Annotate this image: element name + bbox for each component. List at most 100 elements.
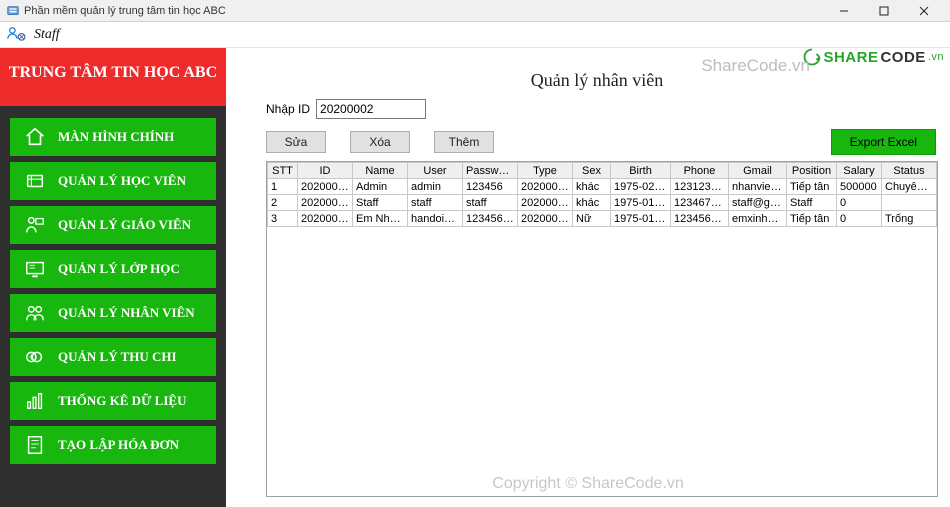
edit-button[interactable]: Sửa xyxy=(266,131,326,153)
sidebar-item-classes[interactable]: QUẢN LÝ LỚP HỌC xyxy=(10,250,216,288)
staff-label: Staff xyxy=(34,27,60,43)
column-header[interactable]: User xyxy=(408,163,463,179)
column-header[interactable]: Salary xyxy=(837,163,882,179)
column-header[interactable]: Phone xyxy=(671,163,729,179)
column-header[interactable]: Password xyxy=(463,163,518,179)
table-cell[interactable]: 1975-01-01 xyxy=(611,211,671,227)
sidebar-item-label: QUẢN LÝ THU CHI xyxy=(58,349,177,365)
table-cell[interactable]: Chuyên c... xyxy=(882,179,937,195)
column-header[interactable]: Sex xyxy=(573,163,611,179)
table-cell[interactable]: 0 xyxy=(837,195,882,211)
sharecode-logo: SHARECODE.vn xyxy=(803,48,944,66)
table-cell[interactable]: Em Nhân ... xyxy=(353,211,408,227)
staff-grid[interactable]: STTIDNameUserPasswordTypeSexBirthPhoneGm… xyxy=(266,161,938,497)
sidebar-item-label: TẠO LẬP HÓA ĐƠN xyxy=(58,437,179,453)
table-row[interactable]: 320200002Em Nhân ...handoi12312345678920… xyxy=(268,211,937,227)
sidebar-item-staff[interactable]: QUẢN LÝ NHÂN VIÊN xyxy=(10,294,216,332)
table-cell[interactable]: 1234567... xyxy=(671,211,729,227)
table-cell[interactable]: khác xyxy=(573,179,611,195)
table-cell[interactable]: 1975-02-02 xyxy=(611,179,671,195)
table-cell[interactable]: handoi123 xyxy=(408,211,463,227)
close-button[interactable] xyxy=(904,0,944,22)
export-excel-button[interactable]: Export Excel xyxy=(831,129,936,155)
app-icon xyxy=(6,4,20,18)
column-header[interactable]: ID xyxy=(298,163,353,179)
home-icon xyxy=(24,126,46,148)
sidebar-item-finance[interactable]: QUẢN LÝ THU CHI xyxy=(10,338,216,376)
sidebar-item-label: THỐNG KÊ DỮ LIỆU xyxy=(58,393,186,409)
sidebar-item-invoice[interactable]: TẠO LẬP HÓA ĐƠN xyxy=(10,426,216,464)
page-title: Quản lý nhân viên xyxy=(256,70,938,91)
table-cell[interactable]: staff xyxy=(463,195,518,211)
column-header[interactable]: Gmail xyxy=(729,163,787,179)
content-area: SHARECODE.vn ShareCode.vn Quản lý nhân v… xyxy=(226,48,950,507)
stats-icon xyxy=(24,390,46,412)
sidebar-item-label: QUẢN LÝ LỚP HỌC xyxy=(58,261,180,277)
table-cell[interactable]: 20200000 xyxy=(518,179,573,195)
sidebar-item-students[interactable]: QUẢN LÝ HỌC VIÊN xyxy=(10,162,216,200)
money-icon xyxy=(24,346,46,368)
staff-icon xyxy=(24,302,46,324)
id-input[interactable] xyxy=(316,99,426,119)
table-cell[interactable]: staff@gm... xyxy=(729,195,787,211)
sidebar-item-home[interactable]: MÀN HÌNH CHÍNH xyxy=(10,118,216,156)
table-cell[interactable]: 20200002 xyxy=(298,211,353,227)
table-cell[interactable]: emxinh@... xyxy=(729,211,787,227)
table-cell[interactable]: 20200000 xyxy=(298,179,353,195)
sidebar-item-teachers[interactable]: QUẢN LÝ GIÁO VIÊN xyxy=(10,206,216,244)
sidebar: TRUNG TÂM TIN HỌC ABC MÀN HÌNH CHÍNH QUẢ… xyxy=(0,48,226,507)
table-cell[interactable]: Trống xyxy=(882,211,937,227)
table-cell[interactable]: 2 xyxy=(268,195,298,211)
minimize-button[interactable] xyxy=(824,0,864,22)
teacher-icon xyxy=(24,214,46,236)
staff-bar: Staff xyxy=(0,22,950,48)
table-cell[interactable]: khác xyxy=(573,195,611,211)
column-header[interactable]: Position xyxy=(787,163,837,179)
table-cell[interactable]: staff xyxy=(408,195,463,211)
table-cell[interactable]: Tiếp tân xyxy=(787,179,837,195)
sidebar-item-label: QUẢN LÝ NHÂN VIÊN xyxy=(58,305,195,321)
table-cell[interactable]: Staff xyxy=(787,195,837,211)
table-cell[interactable]: 123456789 xyxy=(463,211,518,227)
sidebar-item-stats[interactable]: THỐNG KÊ DỮ LIỆU xyxy=(10,382,216,420)
window-title: Phần mềm quản lý trung tâm tin học ABC xyxy=(24,5,226,17)
sidebar-item-label: MÀN HÌNH CHÍNH xyxy=(58,129,174,145)
staff-icon xyxy=(6,25,28,45)
table-cell[interactable]: Tiếp tân xyxy=(787,211,837,227)
titlebar: Phần mềm quản lý trung tâm tin học ABC xyxy=(0,0,950,22)
table-row[interactable]: 220200001Staffstaffstaff20200001khác1975… xyxy=(268,195,937,211)
table-cell[interactable]: 123123123 xyxy=(671,179,729,195)
sidebar-header: TRUNG TÂM TIN HỌC ABC xyxy=(0,48,226,106)
table-cell[interactable]: admin xyxy=(408,179,463,195)
table-cell[interactable]: Nữ xyxy=(573,211,611,227)
students-icon xyxy=(24,170,46,192)
table-row[interactable]: 120200000Adminadmin12345620200000khác197… xyxy=(268,179,937,195)
table-cell[interactable]: 20200002 xyxy=(518,211,573,227)
table-cell[interactable]: 20200001 xyxy=(518,195,573,211)
table-cell[interactable]: 1975-01-01 xyxy=(611,195,671,211)
table-cell[interactable]: 123467890 xyxy=(671,195,729,211)
table-cell[interactable]: 0 xyxy=(837,211,882,227)
table-cell[interactable]: 3 xyxy=(268,211,298,227)
column-header[interactable]: STT xyxy=(268,163,298,179)
invoice-icon xyxy=(24,434,46,456)
delete-button[interactable]: Xóa xyxy=(350,131,410,153)
column-header[interactable]: Name xyxy=(353,163,408,179)
table-cell[interactable]: Staff xyxy=(353,195,408,211)
table-cell[interactable]: 123456 xyxy=(463,179,518,195)
column-header[interactable]: Status xyxy=(882,163,937,179)
table-cell[interactable] xyxy=(882,195,937,211)
table-cell[interactable]: nhanvien... xyxy=(729,179,787,195)
add-button[interactable]: Thêm xyxy=(434,131,494,153)
id-label: Nhập ID xyxy=(266,102,310,116)
sidebar-item-label: QUẢN LÝ HỌC VIÊN xyxy=(58,173,186,189)
table-cell[interactable]: 500000 xyxy=(837,179,882,195)
table-cell[interactable]: 1 xyxy=(268,179,298,195)
column-header[interactable]: Birth xyxy=(611,163,671,179)
class-icon xyxy=(24,258,46,280)
maximize-button[interactable] xyxy=(864,0,904,22)
sidebar-item-label: QUẢN LÝ GIÁO VIÊN xyxy=(58,217,191,233)
column-header[interactable]: Type xyxy=(518,163,573,179)
table-cell[interactable]: Admin xyxy=(353,179,408,195)
table-cell[interactable]: 20200001 xyxy=(298,195,353,211)
